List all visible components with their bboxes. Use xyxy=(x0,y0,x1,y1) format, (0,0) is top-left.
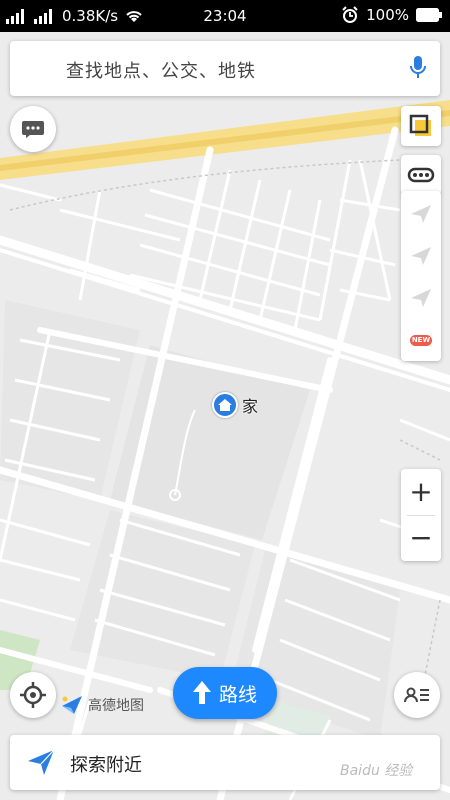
zoom-in-button[interactable]: + xyxy=(401,469,441,515)
tool-panel: NEW xyxy=(401,191,441,361)
send-icon xyxy=(28,749,55,775)
tool-item-2[interactable] xyxy=(401,235,441,275)
search-placeholder[interactable]: 查找地点、公交、地铁 xyxy=(66,57,256,83)
status-bar: 0.38K/s 23:04 100% xyxy=(0,0,450,32)
amap-logo: 高德地图 xyxy=(60,694,144,716)
status-right: 100% xyxy=(341,6,442,24)
message-button[interactable] xyxy=(10,106,56,152)
tool-item-1[interactable] xyxy=(401,193,441,233)
layers-icon xyxy=(409,114,431,136)
search-bar[interactable]: 查找地点、公交、地铁 xyxy=(10,41,440,96)
home-icon xyxy=(212,392,238,418)
battery-icon xyxy=(416,8,442,22)
zoom-controls: + − xyxy=(401,469,441,561)
amap-logo-text: 高德地图 xyxy=(88,698,144,714)
battery-text: 100% xyxy=(366,6,409,24)
new-badge: NEW xyxy=(411,336,431,344)
layers-button[interactable] xyxy=(401,106,441,146)
locate-icon xyxy=(20,682,46,708)
locate-button[interactable] xyxy=(10,672,56,718)
amap-logo-icon xyxy=(62,696,82,714)
explore-nearby-label: 探索附近 xyxy=(70,755,142,776)
watermark: Baidu 经验 xyxy=(340,763,413,779)
tool-item-3[interactable] xyxy=(401,277,441,317)
home-poi[interactable]: 家 xyxy=(212,392,258,418)
zoom-out-button[interactable]: − xyxy=(401,515,441,561)
microphone-icon[interactable] xyxy=(410,56,426,84)
profile-button[interactable] xyxy=(394,672,440,718)
route-arrow-icon xyxy=(193,681,211,704)
alarm-icon xyxy=(342,6,358,23)
profile-list-icon xyxy=(404,687,429,703)
tool-item-new[interactable]: NEW xyxy=(401,321,441,361)
route-button[interactable]: 路线 xyxy=(173,667,277,719)
home-label: 家 xyxy=(242,397,259,416)
chat-bubble-icon xyxy=(22,121,44,138)
send-icon xyxy=(411,205,431,223)
route-label: 路线 xyxy=(219,684,258,706)
send-icon xyxy=(411,247,431,265)
traffic-button[interactable] xyxy=(401,155,441,195)
traffic-icon xyxy=(407,167,435,183)
send-icon xyxy=(411,289,431,307)
